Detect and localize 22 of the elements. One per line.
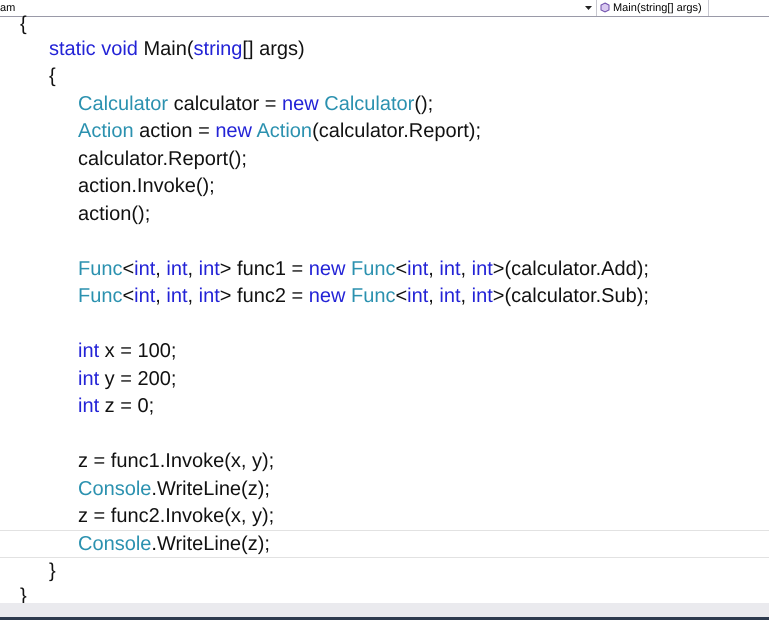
- member-dropdown[interactable]: Main(string[] args): [597, 0, 709, 16]
- code-line: int y = 200;: [77, 368, 176, 389]
- code-line: z = func1.Invoke(x, y);: [77, 451, 274, 472]
- dropdown-arrow-icon: [585, 6, 592, 10]
- code-line: Action action = new Action(calculator.Report);: [77, 121, 482, 142]
- code-line: {: [48, 66, 56, 86]
- code-line: z = func2.Invoke(x, y);: [77, 506, 274, 526]
- code-line: calculator.Report();: [77, 148, 247, 169]
- code-line: }: [48, 561, 56, 582]
- type-dropdown[interactable]: am: [0, 0, 597, 16]
- code-line: action.Invoke();: [77, 176, 215, 196]
- code-line: static void Main(string[] args): [48, 38, 305, 59]
- code-line: Console.WriteLine(z);: [77, 478, 270, 499]
- code-line: int z = 0;: [77, 396, 154, 416]
- code-line: Func<int, int, int> func2 = new Func<int, int, int>(calculator.Sub);: [77, 286, 649, 306]
- code-line: Calculator calculator = new Calculator();: [77, 94, 434, 114]
- method-icon: [599, 2, 611, 14]
- code-line: action();: [77, 204, 150, 224]
- code-line: int x = 100;: [77, 341, 176, 362]
- code-line: Func<int, int, int> func1 = new Func<int, int, int>(calculator.Add);: [77, 258, 649, 279]
- code-line: Console.WriteLine(z);: [77, 534, 270, 554]
- code-line: {: [20, 14, 27, 34]
